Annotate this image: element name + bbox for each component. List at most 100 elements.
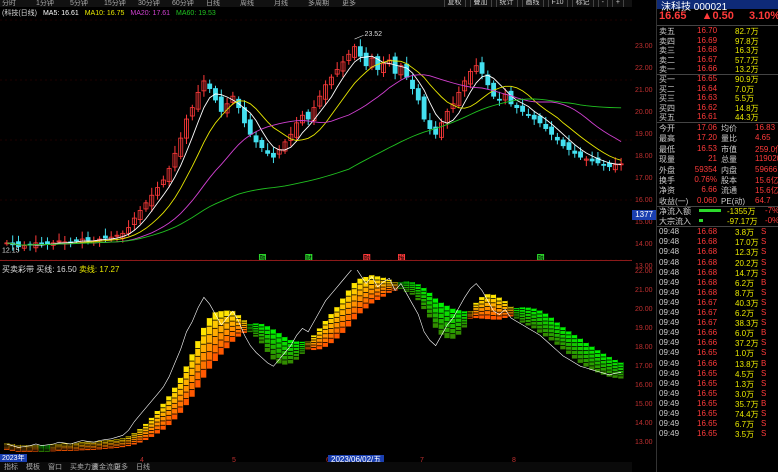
ribbon-segment: [195, 340, 201, 349]
ribbon-segment: [566, 346, 572, 351]
tick-side: B: [761, 398, 767, 408]
period-tab[interactable]: 日线: [206, 0, 220, 7]
ribbon-segment: [218, 310, 224, 319]
ribbon-segment: [496, 301, 502, 305]
price-axis-label: 17.00: [635, 175, 653, 182]
stat-label: PE(动): [721, 196, 745, 206]
ribbon-segment: [525, 322, 531, 326]
toolbar-button[interactable]: 标记: [571, 0, 594, 7]
toolbar-button[interactable]: -: [597, 0, 608, 7]
sell-level-row[interactable]: 卖四 16.69 97.8万: [657, 36, 778, 46]
sell-level-row[interactable]: 卖二 16.67 57.7万: [657, 55, 778, 65]
period-tab[interactable]: 1分钟: [36, 0, 54, 7]
sell-level-row[interactable]: 卖一 16.66 13.2万: [657, 64, 778, 74]
candlestick-chart[interactable]: 23.5212.15融财融报融: [0, 14, 632, 272]
tick-side: S: [761, 348, 767, 358]
ribbon-segment: [172, 387, 178, 393]
buy-level-row[interactable]: 买三 16.63 5.5万: [657, 93, 778, 103]
tick-price: 16.66: [697, 328, 718, 338]
toolbar-button[interactable]: F10: [547, 0, 568, 7]
ribbon-segment: [293, 341, 300, 345]
ribbon-indicator-chart[interactable]: [0, 270, 632, 456]
ribbon-segment: [235, 332, 242, 337]
ribbon-segment: [426, 304, 433, 310]
tick-price: 16.65: [697, 388, 718, 398]
ribbon-segment: [166, 400, 172, 406]
ribbon-segment: [490, 294, 497, 299]
ribbon-segment: [293, 347, 300, 351]
tick-row: 09:49 16.65 1.0万 S: [657, 348, 778, 358]
candle-body: [496, 98, 502, 101]
candle-body: [415, 88, 421, 101]
ribbon-segment: [224, 329, 230, 336]
toolbar-button[interactable]: +: [611, 0, 624, 7]
ribbon-segment: [270, 354, 276, 360]
ribbon-segment: [166, 415, 172, 421]
ribbon-segment: [542, 328, 549, 333]
ribbon-segment: [340, 309, 346, 316]
tick-row: 09:48 16.68 12.3万 S: [657, 247, 778, 257]
ribbon-segment: [374, 276, 381, 281]
pane-divider: [0, 260, 632, 261]
ribbon-segment: [363, 297, 369, 304]
period-tab[interactable]: 更多: [342, 0, 356, 7]
tick-side: S: [761, 267, 767, 277]
period-tab[interactable]: 多周期: [308, 0, 329, 7]
buy-level-row[interactable]: 买四 16.62 14.8万: [657, 103, 778, 113]
tick-side: S: [761, 247, 767, 257]
toolbar-button[interactable]: 复权: [443, 0, 466, 7]
sell-level-row[interactable]: 卖五 16.70 82.7万: [657, 26, 778, 36]
ribbon-segment: [270, 339, 276, 345]
toolbar-button[interactable]: 统计: [495, 0, 518, 7]
period-tab[interactable]: 15分钟: [104, 0, 126, 7]
period-tab[interactable]: 5分钟: [70, 0, 88, 7]
ribbon-segment: [450, 328, 456, 334]
bottom-tab[interactable]: 窗口: [48, 462, 62, 472]
last-price: 16.65: [659, 10, 687, 22]
ribbon-segment: [455, 330, 462, 335]
candle-body: [410, 79, 415, 89]
stock-title[interactable]: 沫科技 000021: [657, 0, 778, 13]
stat-row: 换手 0.76% 股本 15.6亿: [657, 175, 778, 185]
bottom-tab[interactable]: 更多: [114, 462, 128, 472]
kline-chart-area[interactable]: 分时 1分钟 5分钟 15分钟 30分钟 60分钟 日线 周线 月线 多周期 更多 复权 叠加 统计 画线…: [0, 0, 632, 472]
ribbon-segment: [577, 342, 583, 347]
period-tab[interactable]: 分时: [2, 0, 16, 7]
ribbon-segment: [206, 334, 213, 344]
stat-row: 外盘 59354 内盘 59666: [657, 165, 778, 175]
ribbon-segment: [432, 317, 439, 323]
period-tab[interactable]: 月线: [274, 0, 288, 7]
ribbon-segment: [340, 303, 346, 310]
ribbon-segment: [328, 338, 334, 344]
bottom-tab[interactable]: 指标: [4, 462, 18, 472]
tick-volume: 3.5万: [735, 430, 755, 440]
ribbon-segment: [177, 377, 184, 384]
ribbon-segment: [531, 311, 537, 315]
toolbar-button[interactable]: 叠加: [469, 0, 492, 7]
price-axis-label: 15.00: [635, 219, 653, 226]
indicator-axis-label: 20.00: [635, 306, 653, 313]
buy-level-row[interactable]: 买五 16.61 44.3万: [657, 112, 778, 122]
bottom-tab[interactable]: 模板: [26, 462, 40, 472]
tick-side: S: [761, 409, 767, 418]
ribbon-segment: [224, 335, 230, 342]
ribbon-segment: [548, 325, 554, 329]
ribbon-segment: [287, 359, 294, 364]
ribbon-segment: [421, 287, 427, 292]
ribbon-segment: [369, 289, 375, 294]
period-tab[interactable]: 周线: [240, 0, 254, 7]
stat-row: 现量 21 总量 119020: [657, 154, 778, 164]
buy-level-row[interactable]: 买一 16.65 90.9万: [657, 74, 778, 84]
candle-body: [566, 142, 572, 150]
ribbon-segment: [560, 338, 566, 342]
toolbar-button[interactable]: 画线: [521, 0, 544, 7]
period-tab[interactable]: 60分钟: [172, 0, 194, 7]
period-tab[interactable]: 30分钟: [138, 0, 160, 7]
stat-label: 流通: [721, 186, 737, 196]
sell-level-row[interactable]: 卖三 16.68 16.3万: [657, 45, 778, 55]
bottom-tab[interactable]: 日线: [136, 462, 150, 472]
buy-level-row[interactable]: 买二 16.64 7.0万: [657, 84, 778, 94]
ribbon-segment: [276, 348, 282, 354]
ribbon-segment: [282, 336, 288, 342]
ribbon-segment: [595, 361, 601, 365]
